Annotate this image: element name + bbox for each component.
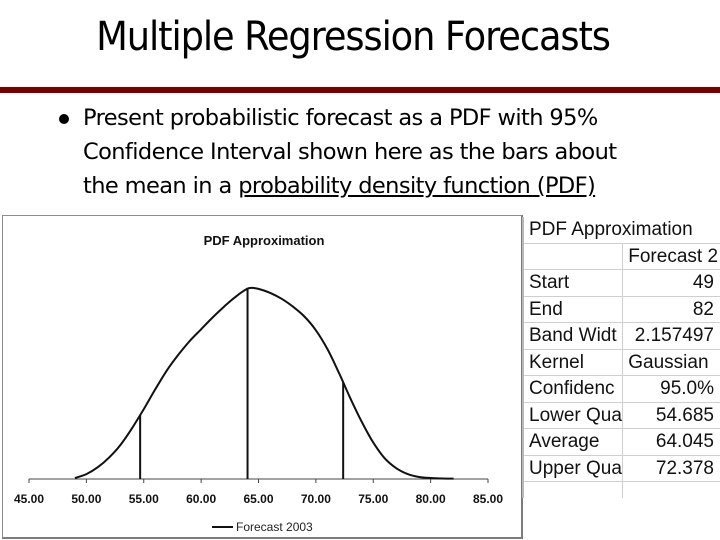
spreadsheet: PDF Approximation Forecast 2 Start 49 End 8… xyxy=(522,217,720,498)
sheet-empty-cell[interactable] xyxy=(524,481,624,498)
title-divider xyxy=(0,87,720,93)
sheet-row-value[interactable]: 64.045 xyxy=(622,428,720,456)
sheet-empty-cell[interactable] xyxy=(622,481,720,498)
sheet-row: Kernel Gaussian xyxy=(524,349,720,376)
bullet-line-2: Confidence Interval shown here as the ba… xyxy=(83,139,617,165)
bullet-line-3-text: the mean in a xyxy=(83,173,239,199)
x-tick-label: 80.00 xyxy=(416,492,446,506)
pdf-chart: PDF Approximation 45.00 50.00 55.00 60.00 65… xyxy=(2,215,523,539)
chart-title: PDF Approximation xyxy=(204,233,325,248)
sheet-row: Upper Qua 72.378 xyxy=(524,455,720,482)
sheet-empty-cell[interactable] xyxy=(524,243,624,270)
sheet-row-label[interactable]: Upper Qua xyxy=(524,455,624,482)
x-tick-label: 55.00 xyxy=(129,492,159,506)
sheet-row: Band Widt 2.157497 xyxy=(524,322,720,350)
sheet-column-header[interactable]: Forecast 2 xyxy=(622,243,720,270)
bullet-line-3: the mean in a probability density functi… xyxy=(83,169,720,203)
sheet-row-label[interactable]: Average xyxy=(524,428,624,456)
x-tick-label: 60.00 xyxy=(186,492,216,506)
sheet-row-value[interactable]: 2.157497 xyxy=(622,322,720,350)
sheet-title-cell[interactable]: PDF Approximation xyxy=(524,217,720,244)
x-tick-label: 65.00 xyxy=(243,492,273,506)
x-tick-label: 50.00 xyxy=(71,492,101,506)
interval-bars xyxy=(139,287,345,479)
legend-label: Forecast 2003 xyxy=(236,520,313,534)
sheet-row-value[interactable]: 82 xyxy=(622,296,720,323)
sheet-row-label[interactable]: Start xyxy=(524,269,624,297)
sheet-row-label[interactable]: Lower Qua xyxy=(524,402,624,429)
sheet-row-label[interactable]: End xyxy=(524,296,624,323)
sheet-title-row: PDF Approximation xyxy=(524,217,720,244)
pdf-term-link[interactable]: probability density function (PDF) xyxy=(238,173,596,199)
sheet-row: Start 49 xyxy=(524,269,720,297)
sheet-header-row: Forecast 2 xyxy=(524,243,720,270)
slide-title: Multiple Regression Forecasts xyxy=(96,14,611,60)
sheet-row-label[interactable]: Kernel xyxy=(524,349,624,376)
sheet-row: Confidenc 95.0% xyxy=(524,375,720,403)
x-tick-label: 85.00 xyxy=(473,492,503,506)
bullet-text: Present probabilistic forecast as a PDF … xyxy=(83,101,720,203)
bullet-dot-icon xyxy=(59,114,69,124)
sheet-row-label[interactable]: Confidenc xyxy=(524,375,624,403)
pdf-approximation-table: PDF Approximation Forecast 2 Start 49 End 8… xyxy=(524,217,720,498)
pdf-chart-svg: PDF Approximation 45.00 50.00 55.00 60.00 65… xyxy=(14,233,503,534)
sheet-row-value[interactable]: 49 xyxy=(622,269,720,297)
series-group xyxy=(74,286,454,480)
sheet-empty-row xyxy=(524,481,720,498)
x-tick-label: 45.00 xyxy=(14,492,44,506)
x-tick-label: 70.00 xyxy=(301,492,331,506)
series-line-0 xyxy=(74,286,454,480)
x-tick-label: 75.00 xyxy=(358,492,388,506)
sheet-row: Lower Qua 54.685 xyxy=(524,402,720,429)
legend: Forecast 2003 xyxy=(212,520,313,534)
x-axis: 45.00 50.00 55.00 60.00 65.00 70.00 75.00 80.00… xyxy=(14,478,503,506)
sheet-row-value[interactable]: 72.378 xyxy=(622,455,720,482)
sheet-row: Average 64.045 xyxy=(524,428,720,456)
sheet-row-value[interactable]: Gaussian xyxy=(622,349,720,376)
sheet-row: End 82 xyxy=(524,296,720,323)
sheet-row-value[interactable]: 54.685 xyxy=(622,402,720,429)
bullet-line-1: Present probabilistic forecast as a PDF … xyxy=(83,105,598,131)
sheet-row-value[interactable]: 95.0% xyxy=(622,375,720,403)
sheet-row-label[interactable]: Band Widt xyxy=(524,322,624,350)
